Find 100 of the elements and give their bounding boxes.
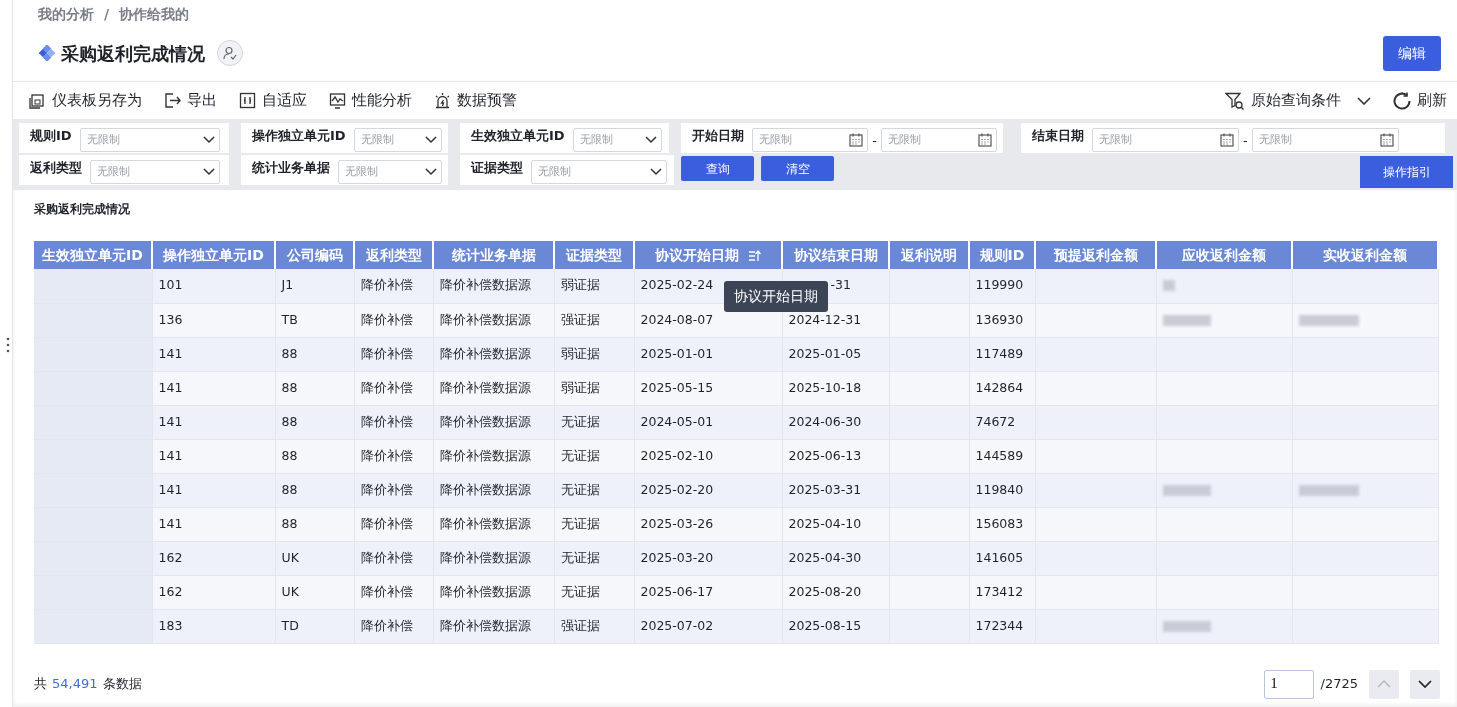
caret-down-icon bbox=[425, 168, 437, 177]
column-header[interactable]: 统计业务单据 bbox=[433, 241, 554, 269]
column-header[interactable]: 应收返利金额 bbox=[1156, 241, 1292, 269]
select-field[interactable]: 无限制 bbox=[338, 160, 442, 185]
page-input[interactable]: 1 bbox=[1263, 669, 1314, 699]
clear-button[interactable]: 清空 bbox=[761, 156, 834, 182]
toolbar-button[interactable]: 导出 bbox=[164, 89, 217, 112]
table-cell: 降价补偿数据源 bbox=[433, 405, 554, 439]
diamond-logo-icon bbox=[39, 45, 55, 62]
alarm-bell-icon bbox=[434, 92, 451, 110]
table-cell: 无证据 bbox=[554, 439, 634, 473]
table-cell: 降价补偿 bbox=[354, 609, 433, 643]
table-cell: 2025-08-15 bbox=[782, 609, 889, 643]
table-cell: 88 bbox=[275, 473, 354, 507]
table-cell: 156083 bbox=[969, 507, 1035, 541]
column-header[interactable]: 实收返利金额 bbox=[1292, 241, 1438, 269]
table-cell: 136 bbox=[152, 303, 275, 337]
table-cell: 降价补偿数据源 bbox=[433, 337, 554, 371]
total-pages: /2725 bbox=[1320, 675, 1358, 694]
column-header[interactable]: 操作独立单元ID bbox=[152, 241, 275, 269]
table-cell: 2025-01-01 bbox=[634, 337, 782, 371]
filter-search-icon bbox=[1225, 91, 1245, 110]
table-cell: 88 bbox=[275, 507, 354, 541]
toolbar-button[interactable]: 数据预警 bbox=[434, 89, 517, 112]
toolbar-button[interactable]: 性能分析 bbox=[329, 89, 412, 112]
calendar-icon bbox=[1220, 133, 1234, 148]
column-header[interactable]: 协议开始日期 bbox=[634, 241, 782, 269]
column-header[interactable]: 公司编码 bbox=[275, 241, 354, 269]
toolbar-button[interactable]: 自适应 bbox=[239, 89, 307, 112]
filter-label: 统计业务单据 bbox=[252, 159, 330, 178]
guide-button[interactable]: 操作指引 bbox=[1360, 156, 1453, 189]
dashboard-title: 采购返利完成情况 bbox=[61, 42, 205, 65]
table-cell: 弱证据 bbox=[554, 269, 634, 303]
column-header[interactable]: 协议结束日期 bbox=[782, 241, 889, 269]
column-header[interactable]: 证据类型 bbox=[554, 241, 634, 269]
select-field[interactable]: 无限制 bbox=[90, 160, 220, 185]
table-cell: 162 bbox=[152, 575, 275, 609]
column-header[interactable]: 返利类型 bbox=[354, 241, 433, 269]
filter-label: 结束日期 bbox=[1032, 127, 1084, 146]
table-cell: 降价补偿 bbox=[354, 507, 433, 541]
column-header[interactable]: 预提返利金额 bbox=[1035, 241, 1156, 269]
next-page-button[interactable] bbox=[1410, 669, 1440, 699]
date-field[interactable]: 无限制 bbox=[752, 128, 869, 153]
select-field[interactable]: 无限制 bbox=[353, 128, 442, 153]
select-field[interactable]: 无限制 bbox=[572, 128, 662, 153]
filter-label: 操作独立单元ID bbox=[252, 127, 346, 146]
total-label: 条数据 bbox=[102, 675, 142, 694]
table-cell: UK bbox=[275, 575, 354, 609]
refresh-button[interactable]: 刷新 bbox=[1393, 89, 1447, 112]
table-cell: 降价补偿数据源 bbox=[433, 575, 554, 609]
table-cell: 2025-03-31 bbox=[782, 473, 889, 507]
date-field[interactable]: 无限制 bbox=[1092, 128, 1239, 153]
export-icon bbox=[164, 92, 181, 110]
query-button[interactable]: 查询 bbox=[681, 156, 754, 182]
chevron-down-icon bbox=[1418, 680, 1432, 688]
calendar-icon bbox=[1379, 133, 1394, 148]
fit-screen-icon bbox=[239, 92, 256, 110]
column-header[interactable]: 返利说明 bbox=[889, 241, 969, 269]
calendar-icon bbox=[849, 133, 864, 148]
table-title: 采购返利完成情况 bbox=[34, 201, 131, 218]
table-cell: 117489 bbox=[969, 337, 1035, 371]
select-field[interactable]: 无限制 bbox=[531, 160, 667, 185]
query-conditions-dropdown[interactable]: 原始查询条件 bbox=[1225, 89, 1371, 112]
table-cell: 88 bbox=[275, 405, 354, 439]
date-field[interactable]: 无限制 bbox=[1251, 128, 1399, 153]
table-cell: 无证据 bbox=[554, 541, 634, 575]
table-cell: 降价补偿数据源 bbox=[433, 507, 554, 541]
table-cell: 101 bbox=[152, 269, 275, 303]
filter-label: 规则ID bbox=[30, 127, 72, 146]
refresh-icon bbox=[1393, 91, 1411, 110]
select-field[interactable]: 无限制 bbox=[79, 128, 220, 153]
table-cell: 强证据 bbox=[554, 303, 634, 337]
table-cell: 119990 bbox=[969, 269, 1035, 303]
table-cell: 2025-10-18 bbox=[782, 371, 889, 405]
breadcrumb-link[interactable]: 我的分析 bbox=[38, 4, 94, 26]
table-cell: 降价补偿 bbox=[354, 541, 433, 575]
breadcrumb-link[interactable]: 协作给我的 bbox=[119, 4, 190, 26]
date-field[interactable]: 无限制 bbox=[880, 128, 997, 153]
table-cell: 2025-04-10 bbox=[782, 507, 889, 541]
table-cell: 降价补偿 bbox=[354, 439, 433, 473]
toolbar-button[interactable]: 仪表板另存为 bbox=[29, 89, 142, 112]
sort-icon bbox=[749, 249, 761, 262]
edit-button[interactable]: 编辑 bbox=[1383, 35, 1441, 71]
table-cell: 88 bbox=[275, 371, 354, 405]
table-cell: 141 bbox=[152, 337, 275, 371]
caret-down-icon bbox=[203, 168, 215, 177]
collaborator-icon[interactable] bbox=[217, 40, 243, 67]
table-cell: 2025-02-10 bbox=[634, 439, 782, 473]
column-header[interactable]: 生效独立单元ID bbox=[34, 241, 152, 269]
filter-label: 开始日期 bbox=[692, 127, 744, 146]
table-cell: 降价补偿数据源 bbox=[433, 303, 554, 337]
table-cell: 183 bbox=[152, 609, 275, 643]
table-cell: 弱证据 bbox=[554, 337, 634, 371]
table-cell: TD bbox=[275, 609, 354, 643]
table-cell: 无证据 bbox=[554, 405, 634, 439]
column-header[interactable]: 规则ID bbox=[969, 241, 1035, 269]
table-cell: 2025-03-26 bbox=[634, 507, 782, 541]
table-cell: 降价补偿 bbox=[354, 371, 433, 405]
table-cell: 141 bbox=[152, 507, 275, 541]
table-cell: 88 bbox=[275, 337, 354, 371]
